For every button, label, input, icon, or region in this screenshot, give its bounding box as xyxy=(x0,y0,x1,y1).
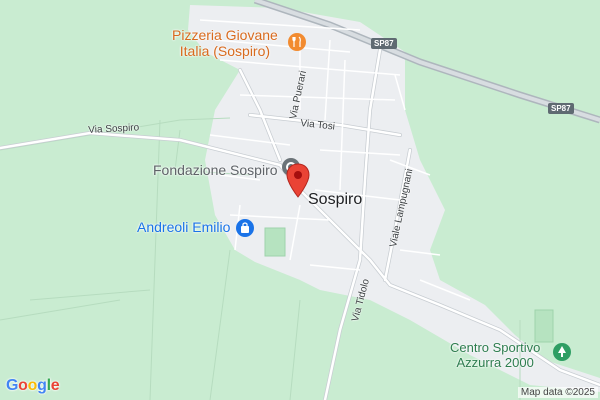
poi-label-centro-line2: Azzurra 2000 xyxy=(456,355,534,370)
logo-letter: o xyxy=(18,377,28,394)
poi-label-pizzeria[interactable]: Pizzeria Giovane Italia (Sospiro) xyxy=(172,27,278,59)
park-icon[interactable] xyxy=(552,342,572,362)
poi-label-pizzeria-line2: Italia (Sospiro) xyxy=(179,43,271,59)
sports-field xyxy=(264,227,286,257)
logo-letter: G xyxy=(6,377,19,394)
logo-letter: g xyxy=(37,377,47,394)
town-label: Sospiro xyxy=(308,191,363,208)
poi-label-centro-line1: Centro Sportivo xyxy=(450,340,541,355)
logo-letter: o xyxy=(27,377,38,394)
route-shield-sp87: SP87 xyxy=(548,103,574,114)
sports-field-2 xyxy=(534,309,554,343)
poi-label-pizzeria-line1: Pizzeria Giovane xyxy=(172,27,278,43)
shopping-bag-icon[interactable] xyxy=(235,218,255,238)
poi-label-andreoli[interactable]: Andreoli Emilio xyxy=(137,219,230,235)
location-pin-icon[interactable] xyxy=(285,163,311,199)
poi-label-centro-sportivo[interactable]: Centro Sportivo Azzurra 2000 xyxy=(450,340,540,370)
poi-label-fondazione[interactable]: Fondazione Sospiro xyxy=(153,162,278,178)
map-attribution[interactable]: Map data ©2025 xyxy=(517,387,598,398)
map-canvas[interactable]: SP87 SP87 Via Sospiro Via Puerari Via To… xyxy=(0,0,600,400)
logo-letter: e xyxy=(50,377,60,394)
google-logo: Google xyxy=(6,377,60,395)
restaurant-icon[interactable] xyxy=(287,32,307,52)
route-shield-sp87: SP87 xyxy=(371,38,397,49)
